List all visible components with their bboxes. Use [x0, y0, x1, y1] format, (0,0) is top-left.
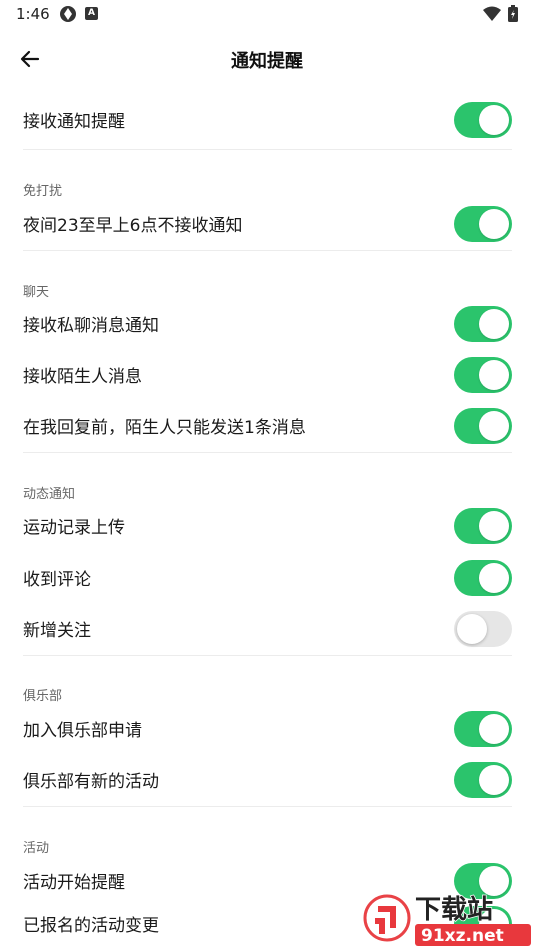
watermark-logo: 下载站 91xz.net: [363, 894, 531, 946]
watermark-url: 91xz.net: [421, 926, 504, 946]
setting-row-comments: 收到评论: [0, 552, 534, 604]
toggle-knob: [479, 511, 509, 541]
watermark-title: 下载站: [415, 895, 493, 925]
toggle-knob: [479, 714, 509, 744]
setting-row-private-chat: 接收私聊消息通知: [0, 298, 534, 350]
toggle-knob: [479, 765, 509, 795]
setting-row-club-join-request: 加入俱乐部申请: [0, 703, 534, 755]
setting-label: 活动开始提醒: [23, 873, 125, 893]
setting-label: 接收通知提醒: [23, 112, 125, 132]
divider: [23, 250, 512, 251]
app-header: 通知提醒: [0, 36, 534, 82]
setting-label: 夜间23至早上6点不接收通知: [23, 216, 243, 236]
toggle-switch[interactable]: [454, 357, 512, 393]
toggle-switch[interactable]: [454, 560, 512, 596]
battery-icon: [508, 5, 518, 22]
toggle-knob: [457, 614, 487, 644]
toggle-switch[interactable]: [454, 508, 512, 544]
setting-row-night-dnd: 夜间23至早上6点不接收通知: [0, 198, 534, 250]
divider: [23, 452, 512, 453]
setting-label: 加入俱乐部申请: [23, 721, 142, 741]
toggle-knob: [479, 105, 509, 135]
toggle-switch[interactable]: [454, 306, 512, 342]
setting-row-workout-upload: 运动记录上传: [0, 500, 534, 552]
aperture-icon: [60, 6, 76, 22]
divider: [23, 655, 512, 656]
toggle-switch[interactable]: [454, 762, 512, 798]
status-time: 1:46: [16, 5, 50, 23]
toggle-switch[interactable]: [454, 611, 512, 647]
setting-row-club-new-activity: 俱乐部有新的活动: [0, 754, 534, 806]
setting-label: 新增关注: [23, 621, 91, 641]
section-title-events: 活动: [23, 841, 50, 856]
setting-row-stranger-limit: 在我回复前，陌生人只能发送1条消息: [0, 400, 534, 452]
page-title: 通知提醒: [231, 51, 303, 72]
toggle-knob: [479, 360, 509, 390]
setting-row-stranger-messages: 接收陌生人消息: [0, 349, 534, 401]
setting-label: 运动记录上传: [23, 518, 125, 538]
toggle-knob: [479, 563, 509, 593]
toggle-knob: [479, 209, 509, 239]
setting-label: 俱乐部有新的活动: [23, 772, 159, 792]
setting-row-receive-notifications: 接收通知提醒: [0, 94, 534, 146]
app-badge-icon: A: [85, 7, 98, 20]
setting-label: 接收私聊消息通知: [23, 316, 159, 336]
setting-label: 收到评论: [23, 570, 91, 590]
toggle-knob: [479, 411, 509, 441]
section-title-dnd: 免打扰: [23, 184, 63, 199]
divider: [23, 806, 512, 807]
setting-label: 在我回复前，陌生人只能发送1条消息: [23, 418, 306, 438]
toggle-switch[interactable]: [454, 711, 512, 747]
divider: [23, 149, 512, 150]
toggle-switch[interactable]: [454, 206, 512, 242]
wifi-icon: [483, 6, 501, 21]
toggle-knob: [479, 309, 509, 339]
setting-label: 接收陌生人消息: [23, 367, 142, 387]
setting-label: 已报名的活动变更: [23, 916, 159, 936]
section-title-club: 俱乐部: [23, 689, 63, 704]
toggle-switch[interactable]: [454, 408, 512, 444]
toggle-switch[interactable]: [454, 102, 512, 138]
setting-row-new-followers: 新增关注: [0, 603, 534, 655]
status-bar: 1:46 A: [0, 0, 534, 28]
